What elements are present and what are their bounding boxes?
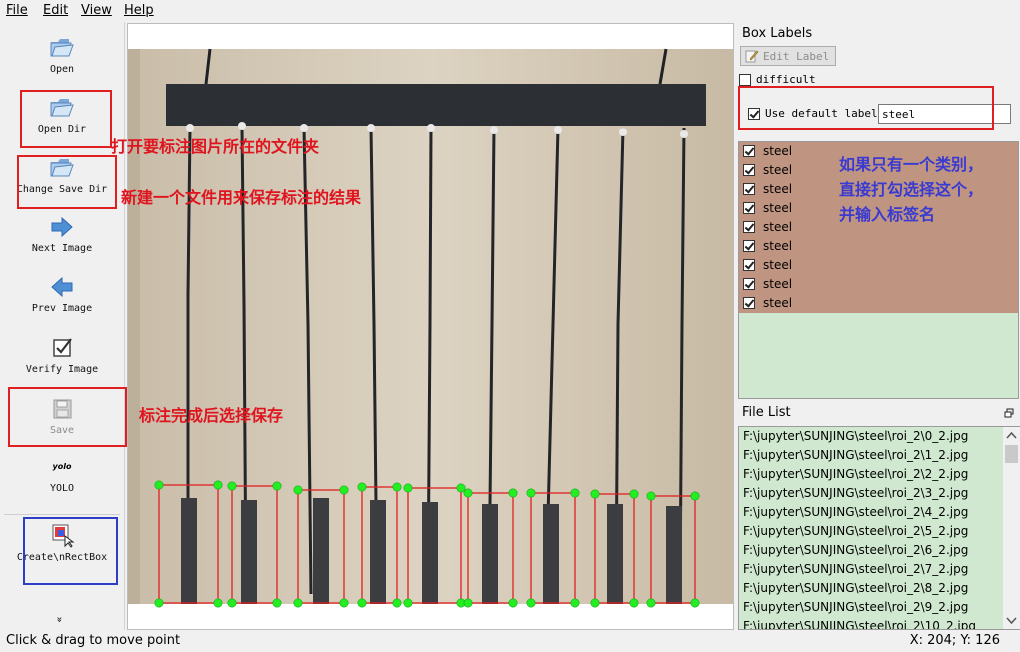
label-item-text: steel bbox=[763, 258, 793, 272]
scrollbar-thumb[interactable] bbox=[1005, 445, 1018, 463]
highlight-change-save-dir bbox=[17, 155, 117, 209]
file-list-item[interactable]: F:\jupyter\SUNJING\steel\roi_2\8_2.jpg bbox=[743, 581, 968, 600]
label-item-checkbox[interactable] bbox=[743, 278, 755, 290]
label-item-text: steel bbox=[763, 144, 793, 158]
file-list-item[interactable]: F:\jupyter\SUNJING\steel\roi_2\0_2.jpg bbox=[743, 429, 968, 448]
label-item-checkbox[interactable] bbox=[743, 202, 755, 214]
annotation-default-label-line2: 直接打勾选择这个， bbox=[839, 180, 984, 199]
annotation-save: 标注完成后选择保存 bbox=[139, 406, 284, 425]
file-list[interactable]: F:\jupyter\SUNJING\steel\roi_2\0_2.jpg F… bbox=[738, 426, 1020, 630]
status-message: Click & drag to move point bbox=[6, 633, 181, 648]
file-list-item[interactable]: F:\jupyter\SUNJING\steel\roi_2\5_2.jpg bbox=[743, 524, 968, 543]
edit-label-text: Edit Label bbox=[763, 50, 830, 63]
menu-view-label: View bbox=[81, 3, 112, 18]
menu-help[interactable]: Help bbox=[124, 3, 154, 18]
file-list-item[interactable]: F:\jupyter\SUNJING\steel\roi_2\10_2.jpg bbox=[743, 619, 976, 629]
menu-help-label: Help bbox=[124, 3, 154, 18]
label-item-text: steel bbox=[763, 201, 793, 215]
yolo-button[interactable]: yolo YOLO bbox=[0, 462, 124, 494]
annotation-default-label-line1: 如果只有一个类别， bbox=[839, 155, 984, 174]
scroll-up-icon[interactable] bbox=[1003, 429, 1020, 443]
label-item-checkbox[interactable] bbox=[743, 259, 755, 271]
toolbar-separator bbox=[4, 514, 120, 515]
prev-image-label: Prev Image bbox=[31, 303, 93, 314]
highlight-default-label bbox=[738, 86, 994, 130]
next-image-label: Next Image bbox=[31, 243, 93, 254]
file-list-item[interactable]: F:\jupyter\SUNJING\steel\roi_2\3_2.jpg bbox=[743, 486, 968, 505]
checkbox-check-icon bbox=[53, 338, 72, 357]
menu-file[interactable]: File bbox=[6, 3, 28, 18]
label-item[interactable]: steel bbox=[743, 256, 1013, 275]
cursor-coordinates: X: 204; Y: 126 bbox=[909, 633, 1000, 648]
edit-label-button[interactable]: Edit Label bbox=[740, 46, 836, 66]
file-list-title: File List bbox=[736, 403, 1020, 423]
file-list-item[interactable]: F:\jupyter\SUNJING\steel\roi_2\7_2.jpg bbox=[743, 562, 968, 581]
highlight-open-dir bbox=[20, 90, 112, 148]
box-labels-title: Box Labels bbox=[736, 24, 1020, 44]
file-list-item[interactable]: F:\jupyter\SUNJING\steel\roi_2\9_2.jpg bbox=[743, 600, 968, 619]
open-button[interactable]: Open bbox=[0, 34, 124, 75]
menu-edit-label: Edit bbox=[43, 3, 69, 18]
highlight-save bbox=[8, 387, 127, 447]
file-list-item[interactable]: F:\jupyter\SUNJING\steel\roi_2\4_2.jpg bbox=[743, 505, 968, 524]
yolo-icon: yolo bbox=[52, 462, 72, 471]
label-item-text: steel bbox=[763, 182, 793, 196]
file-list-item[interactable]: F:\jupyter\SUNJING\steel\roi_2\1_2.jpg bbox=[743, 448, 968, 467]
difficult-checkbox[interactable] bbox=[739, 74, 751, 86]
label-item-text: steel bbox=[763, 163, 793, 177]
toolbar-more-chevron[interactable]: » bbox=[54, 616, 65, 622]
menu-file-label: File bbox=[6, 3, 28, 18]
label-item-text: steel bbox=[763, 277, 793, 291]
label-item[interactable]: steel bbox=[743, 275, 1013, 294]
label-item-checkbox[interactable] bbox=[743, 221, 755, 233]
difficult-label: difficult bbox=[756, 73, 816, 86]
arrow-left-icon bbox=[51, 276, 73, 298]
status-bar: Click & drag to move point X: 204; Y: 12… bbox=[0, 630, 1020, 652]
yolo-label: YOLO bbox=[49, 483, 75, 494]
file-list-title-text: File List bbox=[742, 405, 791, 420]
file-list-item[interactable]: F:\jupyter\SUNJING\steel\roi_2\2_2.jpg bbox=[743, 467, 968, 486]
menu-view[interactable]: View bbox=[81, 3, 112, 18]
annotation-default-label-line3: 并输入标签名 bbox=[839, 205, 936, 224]
image-canvas[interactable] bbox=[127, 23, 734, 630]
next-image-button[interactable]: Next Image bbox=[0, 215, 124, 254]
folder-open-icon bbox=[50, 39, 74, 57]
label-item[interactable]: steel bbox=[743, 237, 1013, 256]
label-item-checkbox[interactable] bbox=[743, 164, 755, 176]
label-item-text: steel bbox=[763, 296, 793, 310]
label-item-checkbox[interactable] bbox=[743, 183, 755, 195]
arrow-right-icon bbox=[51, 216, 73, 238]
menu-bar: File Edit View Help bbox=[0, 0, 1020, 22]
annotation-change-save-dir: 新建一个文件用来保存标注的结果 bbox=[121, 188, 362, 207]
scroll-down-icon[interactable] bbox=[1003, 613, 1020, 627]
edit-pencil-icon bbox=[745, 50, 759, 63]
label-item-checkbox[interactable] bbox=[743, 297, 755, 309]
highlight-create-rect-box bbox=[23, 517, 118, 585]
file-list-item[interactable]: F:\jupyter\SUNJING\steel\roi_2\6_2.jpg bbox=[743, 543, 968, 562]
steel-image bbox=[128, 48, 733, 629]
undock-icon[interactable] bbox=[1004, 408, 1014, 418]
annotation-open-dir: 打开要标注图片所在的文件夹 bbox=[111, 137, 320, 156]
label-item-text: steel bbox=[763, 239, 793, 253]
menu-edit[interactable]: Edit bbox=[43, 3, 68, 18]
label-item-checkbox[interactable] bbox=[743, 145, 755, 157]
label-item[interactable]: steel bbox=[743, 294, 1013, 313]
label-item-checkbox[interactable] bbox=[743, 240, 755, 252]
label-item-text: steel bbox=[763, 220, 793, 234]
prev-image-button[interactable]: Prev Image bbox=[0, 275, 124, 314]
verify-image-label: Verify Image bbox=[25, 364, 99, 375]
file-list-scrollbar[interactable] bbox=[1003, 427, 1020, 629]
open-label: Open bbox=[49, 64, 75, 75]
verify-image-button[interactable]: Verify Image bbox=[0, 336, 124, 375]
